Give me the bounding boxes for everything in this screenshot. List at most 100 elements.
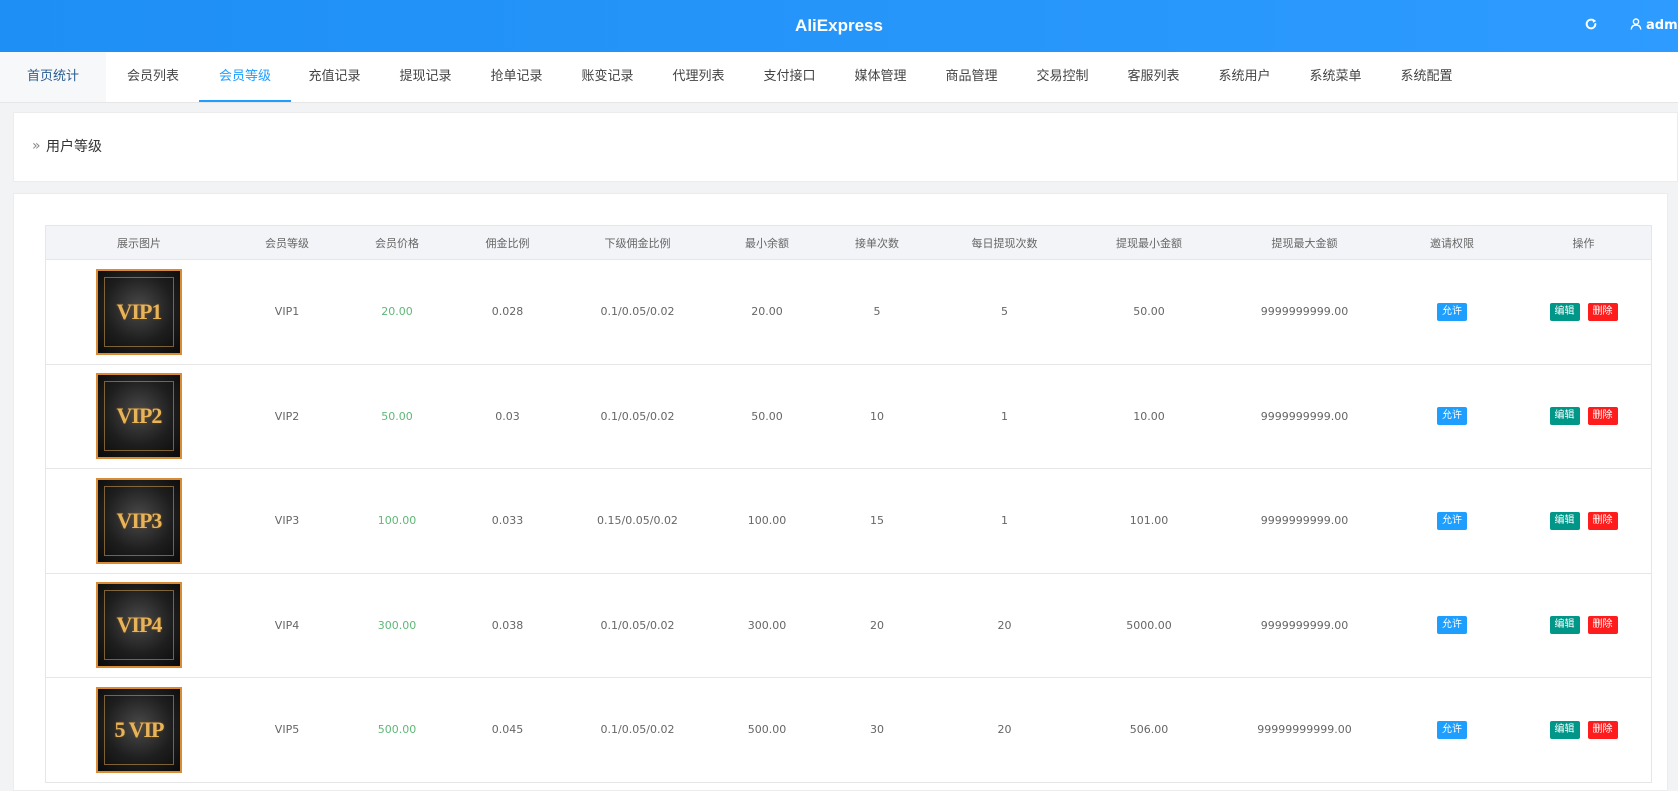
double-chevron-right-icon: » <box>32 138 41 154</box>
level-cell: VIP4 <box>274 618 300 632</box>
actions-cell: 编辑 删除 <box>1516 469 1651 573</box>
price-cell: 300.00 <box>377 618 417 632</box>
min-balance-cell: 500.00 <box>747 723 787 737</box>
tab-0[interactable]: 首页统计 <box>0 52 106 102</box>
tab-15[interactable]: 系统配置 <box>1381 52 1472 102</box>
orders-cell: 10 <box>870 409 884 423</box>
sub-commission-cell: 0.15/0.05/0.02 <box>597 514 678 528</box>
withdraw-max-cell: 9999999999.00 <box>1260 305 1349 319</box>
withdraw-max-cell: 9999999999.00 <box>1260 514 1349 528</box>
tab-11[interactable]: 交易控制 <box>1017 52 1108 102</box>
table-row: VIP2 VIP2 50.00 0.03 0.1/0.05/0.02 50.00 10 1 10… <box>46 365 1651 469</box>
table-header: 展示图片 会员等级 会员价格 佣金比例 下级佣金比例 最小余额 接单次数 每日提现次数 提现最小… <box>46 226 1651 260</box>
table-row: VIP4 VIP4 300.00 0.038 0.1/0.05/0.02 300.00 20… <box>46 574 1651 678</box>
invite-cell: 允许 <box>1388 574 1516 678</box>
withdraw-min-cell: 101.00 <box>1129 514 1169 528</box>
refresh-icon[interactable] <box>1582 17 1600 35</box>
tab-6[interactable]: 账变记录 <box>562 52 653 102</box>
tab-10[interactable]: 商品管理 <box>926 52 1017 102</box>
commission-cell: 0.03 <box>495 409 520 423</box>
min-balance-cell: 50.00 <box>751 409 783 423</box>
orders-cell: 30 <box>870 723 884 737</box>
tab-14[interactable]: 系统菜单 <box>1290 52 1381 102</box>
invite-allow-button[interactable]: 允许 <box>1437 302 1467 321</box>
tab-9[interactable]: 媒体管理 <box>835 52 926 102</box>
vip-badge-image: VIP4 <box>96 582 182 669</box>
price-cell: 100.00 <box>377 514 417 528</box>
edit-button[interactable]: 编辑 <box>1549 302 1580 321</box>
invite-allow-button[interactable]: 允许 <box>1437 616 1467 635</box>
price-cell: 20.00 <box>381 305 413 319</box>
tab-8[interactable]: 支付接口 <box>744 52 835 102</box>
delete-button[interactable]: 删除 <box>1587 616 1618 635</box>
invite-cell: 允许 <box>1388 469 1516 573</box>
page-title: 用户等级 <box>46 139 102 155</box>
edit-button[interactable]: 编辑 <box>1549 616 1580 635</box>
sub-commission-cell: 0.1/0.05/0.02 <box>600 618 675 632</box>
vip-badge-image: VIP1 <box>96 268 182 355</box>
tab-12[interactable]: 客服列表 <box>1108 52 1199 102</box>
withdraw-max-cell: 99999999999.00 <box>1257 723 1352 737</box>
delete-button[interactable]: 删除 <box>1587 302 1618 321</box>
column-header: 操作 <box>1572 236 1595 250</box>
user-menu[interactable]: admi <box>1630 16 1678 36</box>
actions-cell: 编辑 删除 <box>1516 365 1651 469</box>
vip-level-table: 展示图片 会员等级 会员价格 佣金比例 下级佣金比例 最小余额 接单次数 每日提现次数 提现最小… <box>45 225 1652 783</box>
main-nav-tabs: 首页统计 会员列表 会员等级 充值记录 提现记录 抢单记录 账变记录 代理列表 支付接口 媒体管理… <box>0 52 1678 103</box>
column-header: 提现最大金额 <box>1271 236 1338 250</box>
delete-button[interactable]: 删除 <box>1587 511 1618 530</box>
column-header: 每日提现次数 <box>971 236 1038 250</box>
daily-withdraw-cell: 5 <box>1001 305 1008 319</box>
delete-button[interactable]: 删除 <box>1587 407 1618 426</box>
orders-cell: 5 <box>873 305 881 319</box>
price-cell: 500.00 <box>377 723 417 737</box>
invite-cell: 允许 <box>1388 260 1516 364</box>
withdraw-min-cell: 506.00 <box>1129 723 1169 737</box>
price-cell: 50.00 <box>381 409 413 423</box>
invite-allow-button[interactable]: 允许 <box>1437 511 1467 530</box>
edit-button[interactable]: 编辑 <box>1549 511 1580 530</box>
content-card: 展示图片 会员等级 会员价格 佣金比例 下级佣金比例 最小余额 接单次数 每日提现次数 提现最小… <box>13 193 1668 791</box>
username: admi <box>1646 18 1678 33</box>
invite-allow-button[interactable]: 允许 <box>1437 720 1467 739</box>
delete-button[interactable]: 删除 <box>1587 720 1618 739</box>
vip-badge-image: 5 VIP <box>96 686 182 773</box>
daily-withdraw-cell: 20 <box>997 723 1012 737</box>
vip-badge-image: VIP3 <box>96 477 182 564</box>
tab-3[interactable]: 充值记录 <box>289 52 380 102</box>
orders-cell: 15 <box>870 514 884 528</box>
withdraw-min-cell: 50.00 <box>1133 305 1165 319</box>
tab-2[interactable]: 会员等级 <box>199 52 291 102</box>
tab-4[interactable]: 提现记录 <box>380 52 471 102</box>
level-cell: VIP5 <box>274 723 300 737</box>
breadcrumb: » 用户等级 <box>13 112 1678 182</box>
tab-1[interactable]: 会员列表 <box>107 52 199 102</box>
orders-cell: 20 <box>870 618 884 632</box>
commission-cell: 0.033 <box>491 514 524 528</box>
tab-7[interactable]: 代理列表 <box>653 52 744 102</box>
user-icon <box>1630 18 1642 30</box>
daily-withdraw-cell: 20 <box>997 618 1012 632</box>
actions-cell: 编辑 删除 <box>1516 574 1651 678</box>
column-header: 邀请权限 <box>1430 236 1474 250</box>
level-cell: VIP2 <box>274 409 300 423</box>
column-header: 接单次数 <box>855 236 899 250</box>
column-header: 佣金比例 <box>485 236 530 250</box>
invite-allow-button[interactable]: 允许 <box>1437 407 1467 426</box>
edit-button[interactable]: 编辑 <box>1549 720 1580 739</box>
table-row: VIP1 VIP1 20.00 0.028 0.1/0.05/0.02 20.00 5 5 50… <box>46 260 1651 365</box>
invite-cell: 允许 <box>1388 365 1516 469</box>
daily-withdraw-cell: 1 <box>1001 409 1008 423</box>
tab-5[interactable]: 抢单记录 <box>471 52 562 102</box>
commission-cell: 0.038 <box>491 618 524 632</box>
image-cell: VIP1 <box>46 260 232 364</box>
table-row: 5 VIP VIP5 500.00 0.045 0.1/0.05/0.02 500.00 3… <box>46 678 1651 783</box>
tab-13[interactable]: 系统用户 <box>1199 52 1290 102</box>
column-header: 下级佣金比例 <box>604 236 671 250</box>
daily-withdraw-cell: 1 <box>1001 514 1008 528</box>
edit-button[interactable]: 编辑 <box>1549 407 1580 426</box>
min-balance-cell: 300.00 <box>747 618 787 632</box>
image-cell: VIP2 <box>46 365 232 469</box>
min-balance-cell: 100.00 <box>747 514 787 528</box>
min-balance-cell: 20.00 <box>751 305 783 319</box>
